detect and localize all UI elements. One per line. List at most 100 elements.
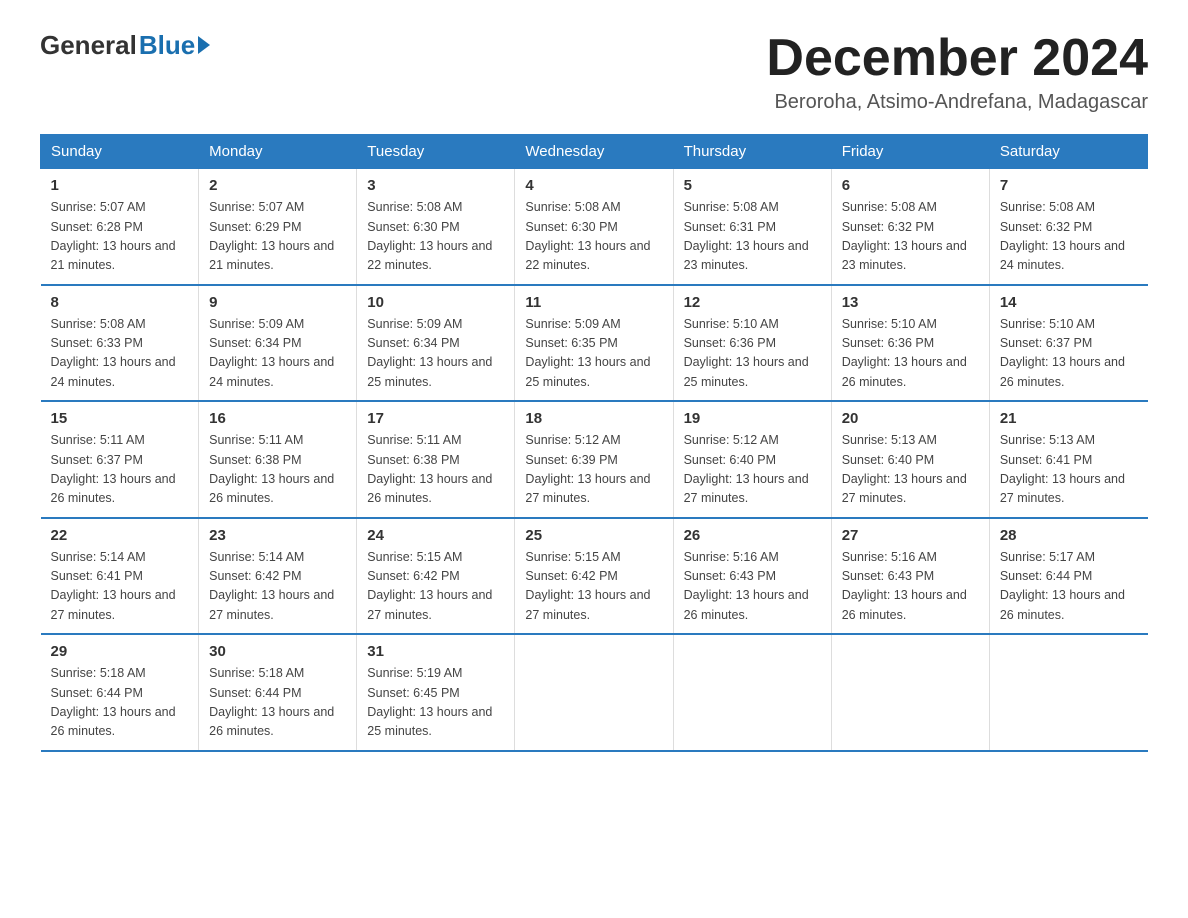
title-area: December 2024 Beroroha, Atsimo-Andrefana… (766, 30, 1148, 114)
day-number: 27 (842, 527, 979, 544)
calendar-cell: 25 Sunrise: 5:15 AM Sunset: 6:42 PM Dayl… (515, 518, 673, 635)
day-info: Sunrise: 5:18 AM Sunset: 6:44 PM Dayligh… (209, 664, 346, 742)
logo-triangle-icon (198, 36, 210, 54)
calendar-cell: 3 Sunrise: 5:08 AM Sunset: 6:30 PM Dayli… (357, 169, 515, 285)
day-number: 31 (367, 643, 504, 660)
calendar-week-row: 1 Sunrise: 5:07 AM Sunset: 6:28 PM Dayli… (41, 169, 1148, 285)
day-number: 13 (842, 294, 979, 311)
calendar-cell: 24 Sunrise: 5:15 AM Sunset: 6:42 PM Dayl… (357, 518, 515, 635)
logo: General Blue (40, 30, 210, 61)
day-number: 3 (367, 177, 504, 194)
calendar-cell: 11 Sunrise: 5:09 AM Sunset: 6:35 PM Dayl… (515, 285, 673, 402)
day-info: Sunrise: 5:08 AM Sunset: 6:32 PM Dayligh… (842, 198, 979, 276)
column-header-friday: Friday (831, 135, 989, 169)
calendar-cell: 31 Sunrise: 5:19 AM Sunset: 6:45 PM Dayl… (357, 634, 515, 751)
calendar-cell: 12 Sunrise: 5:10 AM Sunset: 6:36 PM Dayl… (673, 285, 831, 402)
calendar-cell (989, 634, 1147, 751)
day-info: Sunrise: 5:14 AM Sunset: 6:42 PM Dayligh… (209, 548, 346, 626)
day-info: Sunrise: 5:08 AM Sunset: 6:30 PM Dayligh… (367, 198, 504, 276)
day-number: 4 (525, 177, 662, 194)
calendar-cell: 8 Sunrise: 5:08 AM Sunset: 6:33 PM Dayli… (41, 285, 199, 402)
day-number: 26 (684, 527, 821, 544)
day-number: 19 (684, 410, 821, 427)
calendar-cell: 19 Sunrise: 5:12 AM Sunset: 6:40 PM Dayl… (673, 401, 831, 518)
calendar-cell: 17 Sunrise: 5:11 AM Sunset: 6:38 PM Dayl… (357, 401, 515, 518)
calendar-cell: 2 Sunrise: 5:07 AM Sunset: 6:29 PM Dayli… (199, 169, 357, 285)
day-info: Sunrise: 5:15 AM Sunset: 6:42 PM Dayligh… (525, 548, 662, 626)
calendar-cell (673, 634, 831, 751)
calendar-cell (515, 634, 673, 751)
day-info: Sunrise: 5:08 AM Sunset: 6:30 PM Dayligh… (525, 198, 662, 276)
day-info: Sunrise: 5:07 AM Sunset: 6:28 PM Dayligh… (51, 198, 189, 276)
day-number: 9 (209, 294, 346, 311)
day-info: Sunrise: 5:11 AM Sunset: 6:38 PM Dayligh… (209, 431, 346, 509)
day-number: 14 (1000, 294, 1138, 311)
column-header-wednesday: Wednesday (515, 135, 673, 169)
day-info: Sunrise: 5:16 AM Sunset: 6:43 PM Dayligh… (842, 548, 979, 626)
calendar-cell: 23 Sunrise: 5:14 AM Sunset: 6:42 PM Dayl… (199, 518, 357, 635)
day-info: Sunrise: 5:18 AM Sunset: 6:44 PM Dayligh… (51, 664, 189, 742)
calendar-cell: 4 Sunrise: 5:08 AM Sunset: 6:30 PM Dayli… (515, 169, 673, 285)
calendar-header-row: SundayMondayTuesdayWednesdayThursdayFrid… (41, 135, 1148, 169)
calendar-cell: 29 Sunrise: 5:18 AM Sunset: 6:44 PM Dayl… (41, 634, 199, 751)
calendar-week-row: 8 Sunrise: 5:08 AM Sunset: 6:33 PM Dayli… (41, 285, 1148, 402)
day-info: Sunrise: 5:19 AM Sunset: 6:45 PM Dayligh… (367, 664, 504, 742)
day-info: Sunrise: 5:07 AM Sunset: 6:29 PM Dayligh… (209, 198, 346, 276)
day-number: 17 (367, 410, 504, 427)
calendar-cell (831, 634, 989, 751)
logo-general-text: General (40, 30, 137, 61)
day-info: Sunrise: 5:10 AM Sunset: 6:36 PM Dayligh… (684, 315, 821, 393)
calendar-cell: 5 Sunrise: 5:08 AM Sunset: 6:31 PM Dayli… (673, 169, 831, 285)
day-info: Sunrise: 5:12 AM Sunset: 6:40 PM Dayligh… (684, 431, 821, 509)
day-info: Sunrise: 5:09 AM Sunset: 6:34 PM Dayligh… (209, 315, 346, 393)
calendar-cell: 27 Sunrise: 5:16 AM Sunset: 6:43 PM Dayl… (831, 518, 989, 635)
day-number: 28 (1000, 527, 1138, 544)
column-header-monday: Monday (199, 135, 357, 169)
column-header-thursday: Thursday (673, 135, 831, 169)
calendar-cell: 10 Sunrise: 5:09 AM Sunset: 6:34 PM Dayl… (357, 285, 515, 402)
calendar-week-row: 22 Sunrise: 5:14 AM Sunset: 6:41 PM Dayl… (41, 518, 1148, 635)
day-number: 2 (209, 177, 346, 194)
day-number: 6 (842, 177, 979, 194)
day-number: 18 (525, 410, 662, 427)
day-number: 12 (684, 294, 821, 311)
day-info: Sunrise: 5:09 AM Sunset: 6:34 PM Dayligh… (367, 315, 504, 393)
day-number: 1 (51, 177, 189, 194)
calendar-cell: 14 Sunrise: 5:10 AM Sunset: 6:37 PM Dayl… (989, 285, 1147, 402)
column-header-tuesday: Tuesday (357, 135, 515, 169)
day-info: Sunrise: 5:08 AM Sunset: 6:32 PM Dayligh… (1000, 198, 1138, 276)
day-info: Sunrise: 5:15 AM Sunset: 6:42 PM Dayligh… (367, 548, 504, 626)
day-number: 11 (525, 294, 662, 311)
day-number: 22 (51, 527, 189, 544)
calendar-cell: 28 Sunrise: 5:17 AM Sunset: 6:44 PM Dayl… (989, 518, 1147, 635)
day-info: Sunrise: 5:12 AM Sunset: 6:39 PM Dayligh… (525, 431, 662, 509)
calendar-cell: 20 Sunrise: 5:13 AM Sunset: 6:40 PM Dayl… (831, 401, 989, 518)
day-number: 29 (51, 643, 189, 660)
day-number: 30 (209, 643, 346, 660)
day-number: 24 (367, 527, 504, 544)
day-info: Sunrise: 5:13 AM Sunset: 6:40 PM Dayligh… (842, 431, 979, 509)
calendar-cell: 15 Sunrise: 5:11 AM Sunset: 6:37 PM Dayl… (41, 401, 199, 518)
day-info: Sunrise: 5:08 AM Sunset: 6:33 PM Dayligh… (51, 315, 189, 393)
page-header: General Blue December 2024 Beroroha, Ats… (40, 30, 1148, 114)
day-number: 20 (842, 410, 979, 427)
logo-blue-text: Blue (139, 30, 195, 61)
day-number: 16 (209, 410, 346, 427)
calendar-cell: 30 Sunrise: 5:18 AM Sunset: 6:44 PM Dayl… (199, 634, 357, 751)
column-header-sunday: Sunday (41, 135, 199, 169)
day-info: Sunrise: 5:17 AM Sunset: 6:44 PM Dayligh… (1000, 548, 1138, 626)
day-number: 5 (684, 177, 821, 194)
day-info: Sunrise: 5:11 AM Sunset: 6:37 PM Dayligh… (51, 431, 189, 509)
day-number: 15 (51, 410, 189, 427)
calendar-cell: 7 Sunrise: 5:08 AM Sunset: 6:32 PM Dayli… (989, 169, 1147, 285)
day-number: 25 (525, 527, 662, 544)
day-number: 7 (1000, 177, 1138, 194)
calendar-cell: 18 Sunrise: 5:12 AM Sunset: 6:39 PM Dayl… (515, 401, 673, 518)
location-subtitle: Beroroha, Atsimo-Andrefana, Madagascar (766, 91, 1148, 114)
calendar-table: SundayMondayTuesdayWednesdayThursdayFrid… (40, 134, 1148, 752)
calendar-cell: 6 Sunrise: 5:08 AM Sunset: 6:32 PM Dayli… (831, 169, 989, 285)
day-info: Sunrise: 5:10 AM Sunset: 6:37 PM Dayligh… (1000, 315, 1138, 393)
day-info: Sunrise: 5:11 AM Sunset: 6:38 PM Dayligh… (367, 431, 504, 509)
calendar-cell: 21 Sunrise: 5:13 AM Sunset: 6:41 PM Dayl… (989, 401, 1147, 518)
calendar-week-row: 29 Sunrise: 5:18 AM Sunset: 6:44 PM Dayl… (41, 634, 1148, 751)
